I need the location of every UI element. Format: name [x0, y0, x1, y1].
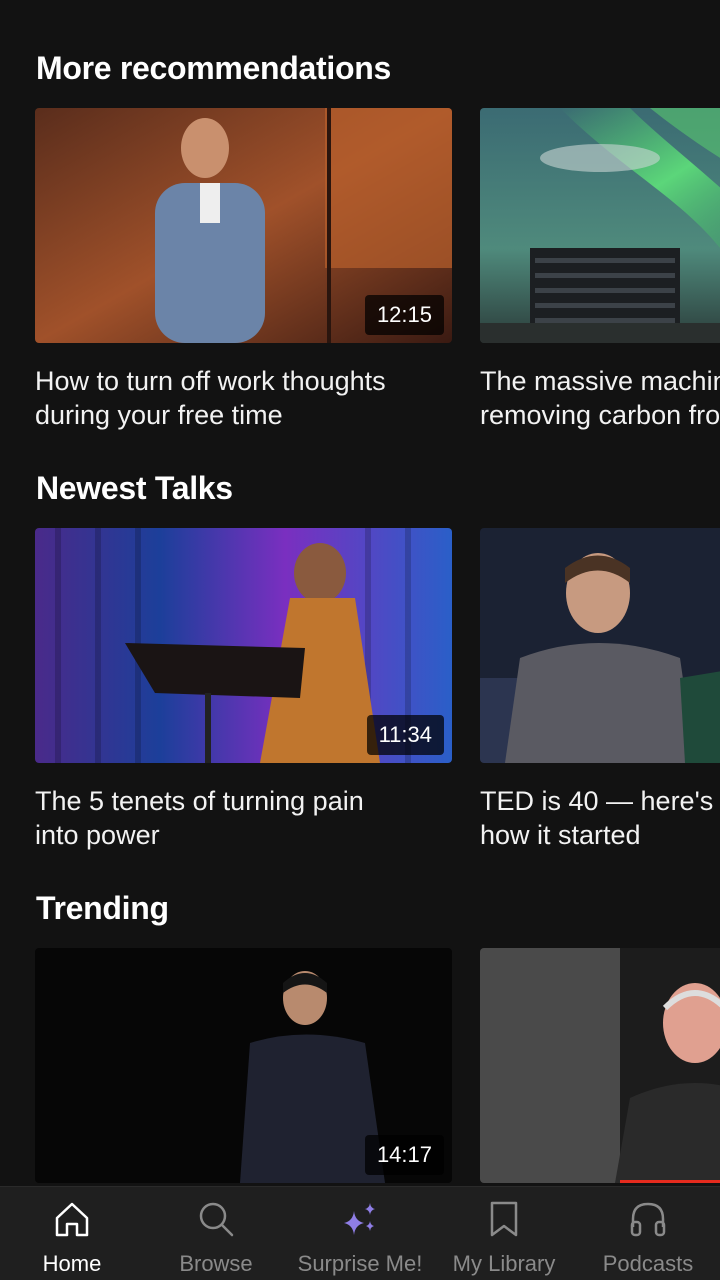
talk-title[interactable]: How to turn off work thoughts during your…	[35, 364, 465, 432]
nav-home[interactable]: Home	[0, 1187, 144, 1280]
talk-thumbnail[interactable]	[480, 528, 720, 763]
talk-title-line: The 5 tenets of turning pain	[35, 786, 364, 816]
nav-label: Browse	[179, 1251, 253, 1276]
sparkle-icon	[340, 1199, 380, 1239]
talk-card[interactable]: The massive machine removing carbon from …	[480, 108, 720, 432]
talk-card[interactable]: 12:15 How to turn off work thoughts durin…	[35, 108, 452, 432]
app-screen: More recommendations 12:15 How to turn o…	[0, 0, 720, 1280]
talk-thumbnail[interactable]: 14:17	[35, 948, 452, 1183]
nav-label: My Library	[452, 1251, 556, 1276]
talk-thumbnail[interactable]: 11:34	[35, 528, 452, 763]
nav-label: Surprise Me!	[297, 1251, 423, 1276]
search-icon	[196, 1199, 236, 1239]
nav-my-library[interactable]: My Library	[432, 1187, 576, 1280]
nav-browse[interactable]: Browse	[144, 1187, 288, 1280]
section-title: More recommendations	[36, 50, 391, 86]
home-icon	[52, 1199, 92, 1239]
section-title: Trending	[36, 890, 169, 926]
talk-title[interactable]: The massive machine removing carbon from …	[480, 364, 720, 432]
bottom-navigation: Home Browse Surprise Me! My Library Podc…	[0, 1186, 720, 1280]
talk-title-line: removing carbon from the air	[480, 400, 720, 430]
headphones-icon	[628, 1199, 668, 1239]
nav-podcasts[interactable]: Podcasts	[576, 1187, 720, 1280]
talk-card[interactable]: 14:17	[35, 948, 452, 1183]
bookmark-icon	[484, 1199, 524, 1239]
talk-title-line: into power	[35, 820, 160, 850]
talk-card[interactable]: TED is 40 — here's how it started	[480, 528, 720, 852]
talk-thumbnail[interactable]	[480, 948, 720, 1183]
talk-title-line: TED is 40 — here's	[480, 786, 714, 816]
talk-thumbnail[interactable]	[480, 108, 720, 343]
nav-surprise-me[interactable]: Surprise Me!	[288, 1187, 432, 1280]
talk-title-line: how it started	[480, 820, 641, 850]
nav-label: Home	[42, 1251, 102, 1276]
talk-title[interactable]: TED is 40 — here's how it started	[480, 784, 720, 852]
talk-title-line: The massive machine	[480, 366, 720, 396]
duration-badge: 14:17	[364, 1135, 444, 1175]
talk-card[interactable]	[480, 948, 720, 1183]
nav-label: Podcasts	[602, 1251, 694, 1276]
talk-card[interactable]: 11:34 The 5 tenets of turning pain into p…	[35, 528, 452, 852]
carousel-row[interactable]: 11:34 The 5 tenets of turning pain into p…	[35, 528, 720, 868]
talk-title-line: How to turn off work thoughts	[35, 366, 386, 396]
talk-thumbnail[interactable]: 12:15	[35, 108, 452, 343]
section-title: Newest Talks	[36, 470, 233, 506]
talk-title[interactable]: The 5 tenets of turning pain into power	[35, 784, 465, 852]
duration-badge: 12:15	[364, 295, 444, 335]
talk-title-line: during your free time	[35, 400, 283, 430]
carousel-row[interactable]: 12:15 How to turn off work thoughts durin…	[35, 108, 720, 448]
duration-badge: 11:34	[366, 715, 444, 755]
